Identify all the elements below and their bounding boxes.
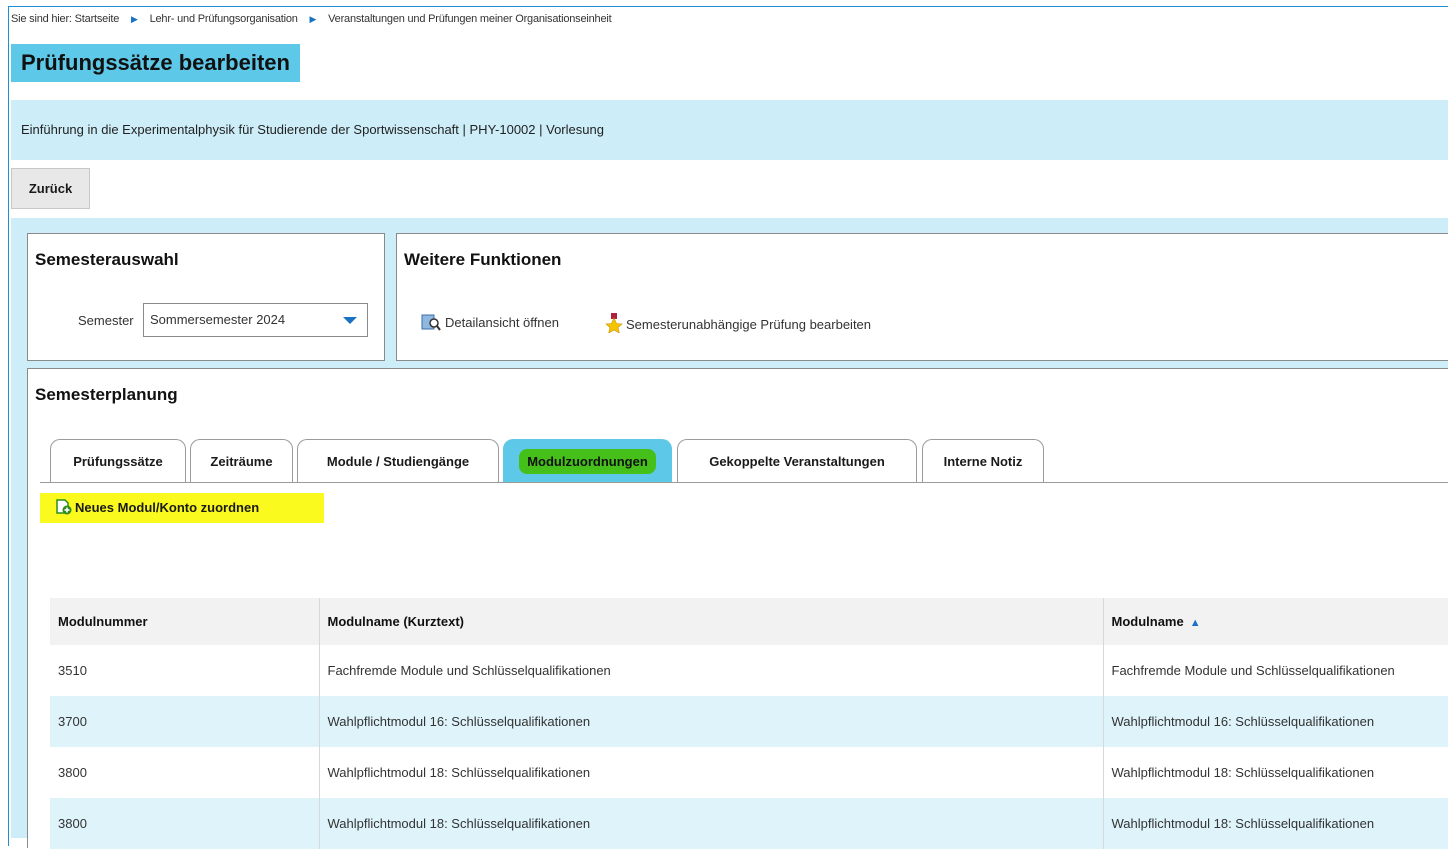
- column-header-modulname-label: Modulname: [1111, 614, 1184, 629]
- breadcrumb: Sie sind hier: Startseite ▶ Lehr- und Pr…: [11, 13, 612, 25]
- tab-gekoppelte-veranstaltungen[interactable]: Gekoppelte Veranstaltungen: [677, 439, 917, 483]
- cell-modulname-kurz: Wahlpflichtmodul 18: Schlüsselqualifikat…: [318, 747, 1103, 798]
- assign-module-label: Neues Modul/Konto zuordnen: [75, 500, 260, 515]
- cell-modulname: Wahlpflichtmodul 18: Schlüsselqualifikat…: [1102, 798, 1448, 849]
- chevron-right-icon: ▶: [130, 14, 138, 24]
- breadcrumb-item-current: Veranstaltungen und Prüfungen meiner Org…: [328, 13, 612, 25]
- planning-panel-title: Semesterplanung: [35, 385, 178, 404]
- table-row[interactable]: 3800 Wahlpflichtmodul 18: Schlüsselquali…: [50, 798, 1448, 849]
- cell-modulname: Fachfremde Module und Schlüsselqualifika…: [1102, 645, 1448, 696]
- sort-ascending-icon: ▲: [1189, 617, 1201, 629]
- functions-panel-title: Weitere Funktionen: [404, 250, 562, 269]
- column-header-modulname[interactable]: Modulname ▲: [1102, 598, 1448, 645]
- breadcrumb-prefix: Sie sind hier:: [11, 13, 72, 25]
- tab-interne-notiz[interactable]: Interne Notiz: [922, 439, 1044, 483]
- assign-module-link[interactable]: Neues Modul/Konto zuordnen: [40, 493, 324, 523]
- page-title: Prüfungssätze bearbeiten: [11, 44, 300, 82]
- magnifier-document-icon: [421, 314, 441, 331]
- tab-divider: [40, 482, 1448, 483]
- course-info: Einführung in die Experimentalphysik für…: [11, 100, 1448, 160]
- table-row[interactable]: 3800 Wahlpflichtmodul 18: Schlüsselquali…: [50, 747, 1448, 798]
- breadcrumb-item-startseite[interactable]: Startseite: [75, 13, 120, 25]
- tab-modulzuordnungen-label: Modulzuordnungen: [519, 449, 656, 474]
- breadcrumb-item-organisation[interactable]: Lehr- und Prüfungsorganisation: [150, 13, 298, 25]
- cell-modulnummer: 3800: [50, 747, 319, 798]
- tab-modulzuordnungen[interactable]: Modulzuordnungen: [503, 439, 672, 483]
- semester-label: Semester: [78, 313, 134, 328]
- cell-modulname-kurz: Wahlpflichtmodul 18: Schlüsselqualifikat…: [318, 798, 1103, 849]
- cell-modulname: Wahlpflichtmodul 16: Schlüsselqualifikat…: [1102, 696, 1448, 747]
- table-row[interactable]: 3510 Fachfremde Module und Schlüsselqual…: [50, 645, 1448, 696]
- tab-module-studiengaenge[interactable]: Module / Studiengänge: [297, 439, 499, 483]
- star-medal-icon: [605, 313, 623, 334]
- column-header-modulnummer[interactable]: Modulnummer: [50, 598, 319, 645]
- semester-select-value: Sommersemester 2024: [150, 312, 286, 327]
- back-button[interactable]: Zurück: [11, 168, 90, 209]
- tab-pruefungssaetze[interactable]: Prüfungssätze: [50, 439, 186, 483]
- cell-modulname: Wahlpflichtmodul 18: Schlüsselqualifikat…: [1102, 747, 1448, 798]
- cell-modulname-kurz: Fachfremde Module und Schlüsselqualifika…: [318, 645, 1103, 696]
- semester-select[interactable]: Sommersemester 2024: [143, 303, 368, 337]
- functions-panel: Weitere Funktionen Detailansicht öffnen …: [396, 233, 1448, 361]
- semester-panel: Semesterauswahl Semester Sommersemester …: [27, 233, 385, 361]
- cell-modulnummer: 3700: [50, 696, 319, 747]
- chevron-down-icon: [343, 317, 357, 324]
- tab-zeitraeume[interactable]: Zeiträume: [190, 439, 293, 483]
- add-document-icon: [56, 499, 72, 515]
- detail-view-link[interactable]: Detailansicht öffnen: [421, 313, 559, 331]
- module-table: Modulnummer Modulname (Kurztext) Modulna…: [50, 598, 1448, 849]
- column-header-modulname-kurz[interactable]: Modulname (Kurztext): [318, 598, 1103, 645]
- semester-independent-exam-label: Semesterunabhängige Prüfung bearbeiten: [626, 317, 872, 332]
- table-row[interactable]: 3700 Wahlpflichtmodul 16: Schlüsselquali…: [50, 696, 1448, 747]
- semester-panel-title: Semesterauswahl: [35, 250, 179, 269]
- cell-modulnummer: 3800: [50, 798, 319, 849]
- cell-modulname-kurz: Wahlpflichtmodul 16: Schlüsselqualifikat…: [318, 696, 1103, 747]
- detail-view-label: Detailansicht öffnen: [445, 315, 559, 330]
- chevron-right-icon: ▶: [309, 14, 317, 24]
- semester-independent-exam-link[interactable]: Semesterunabhängige Prüfung bearbeiten: [605, 313, 872, 334]
- cell-modulnummer: 3510: [50, 645, 319, 696]
